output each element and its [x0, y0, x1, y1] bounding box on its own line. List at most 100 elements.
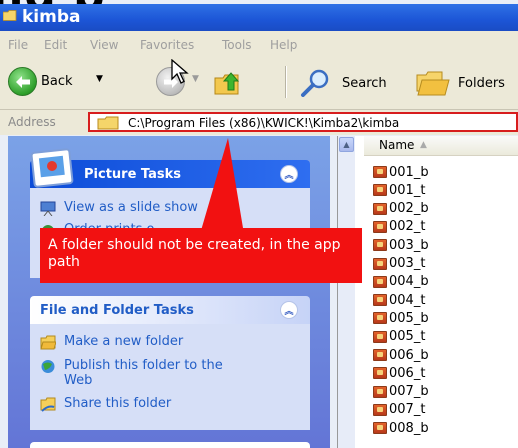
file-row[interactable]: 002_t — [373, 219, 425, 235]
file-name: 002_b — [389, 201, 429, 217]
new-folder-icon — [40, 335, 56, 350]
file-name: 005_t — [389, 329, 426, 345]
file-folder-tasks-body: Make a new folder Publish this folder to… — [30, 324, 310, 430]
menu-file[interactable]: File — [8, 38, 28, 52]
image-file-icon — [373, 202, 387, 215]
file-row[interactable]: 006_b — [373, 347, 429, 363]
publish-folder-link[interactable]: Publish this folder to the Web — [40, 358, 240, 388]
file-name: 001_t — [389, 182, 426, 198]
back-button[interactable]: Back — [8, 67, 73, 96]
file-name: 007_b — [389, 384, 429, 400]
slideshow-icon — [40, 201, 56, 216]
mouse-cursor-icon — [171, 59, 189, 84]
picture-tasks-title: Picture Tasks — [84, 167, 181, 182]
picture-tasks-icon — [30, 148, 74, 188]
file-folder-tasks-header[interactable]: File and Folder Tasks ︽ — [30, 296, 310, 324]
menu-view[interactable]: View — [90, 38, 118, 52]
back-dropdown-caret[interactable]: ▼ — [96, 74, 103, 84]
file-row[interactable]: 003_t — [373, 256, 425, 272]
next-panel-header — [30, 442, 310, 448]
view-slideshow-link[interactable]: View as a slide show — [40, 200, 198, 216]
address-label: Address — [8, 115, 56, 129]
image-file-icon — [373, 239, 387, 252]
file-name: 004_b — [389, 274, 429, 290]
menu-bar: File Edit View Favorites Tools Help — [0, 31, 518, 58]
file-name: 004_t — [389, 292, 426, 308]
forward-dropdown-caret[interactable]: ▼ — [192, 74, 199, 84]
collapse-chevron-icon[interactable]: ︽ — [280, 301, 298, 319]
file-name: 001_b — [389, 164, 429, 180]
folder-up-icon[interactable] — [214, 70, 242, 96]
file-row[interactable]: 007_b — [373, 384, 429, 400]
address-path: C:\Program Files (x86)\KWICK!\Kimba2\kim… — [128, 116, 400, 130]
menu-tools[interactable]: Tools — [222, 38, 252, 52]
menu-help[interactable]: Help — [270, 38, 297, 52]
window-title: kimba — [22, 7, 81, 27]
annotation-callout: A folder should not be created, in the a… — [40, 228, 362, 283]
folder-icon — [3, 10, 17, 21]
image-file-icon — [373, 312, 387, 325]
task-pane: Picture Tasks ︽ View as a slide show Ord… — [8, 136, 330, 448]
image-file-icon — [373, 385, 387, 398]
folders-button[interactable]: Folders — [458, 76, 505, 91]
file-list: ▲ Name ▲ 001_b 001_t 002_b 002_t 003_b 003_t 0… — [337, 136, 518, 448]
file-folder-tasks-title: File and Folder Tasks — [40, 303, 194, 318]
file-name: 002_t — [389, 219, 426, 235]
share-folder-link[interactable]: Share this folder — [40, 396, 171, 412]
menu-edit[interactable]: Edit — [44, 38, 67, 52]
file-name: 003_t — [389, 256, 426, 271]
make-new-folder-link[interactable]: Make a new folder — [40, 334, 183, 350]
file-name: 007_t — [389, 402, 426, 418]
address-input[interactable]: C:\Program Files (x86)\KWICK!\Kimba2\kim… — [88, 112, 518, 132]
back-label: Back — [41, 74, 73, 89]
image-file-icon — [373, 166, 387, 178]
search-icon — [301, 69, 329, 97]
file-name: 006_b — [389, 347, 429, 363]
image-file-icon — [373, 422, 387, 435]
file-row[interactable]: 002_b — [373, 201, 429, 217]
file-name: 003_b — [389, 237, 429, 253]
share-folder-label: Share this folder — [64, 396, 172, 411]
folders-icon — [416, 71, 450, 96]
address-bar: Address C:\Program Files (x86)\KWICK!\Ki… — [0, 110, 518, 135]
file-row[interactable]: 001_t — [373, 182, 425, 198]
file-row[interactable]: 005_t — [373, 329, 425, 345]
publish-web-icon — [41, 360, 55, 373]
image-file-icon — [373, 367, 387, 380]
file-row[interactable]: 008_b — [373, 420, 429, 436]
scrollbar[interactable]: ▲ — [338, 136, 355, 448]
file-row[interactable]: 006_t — [373, 365, 425, 381]
menu-favorites[interactable]: Favorites — [140, 38, 194, 52]
file-row[interactable]: 007_t — [373, 402, 425, 418]
callout-pointer — [200, 138, 244, 234]
toolbar: Back ▼ ▼ Search Folders — [0, 57, 518, 110]
name-column-header[interactable]: Name ▲ — [364, 136, 518, 156]
file-name: 006_t — [389, 365, 426, 381]
name-column-label: Name — [379, 138, 415, 152]
file-row[interactable]: 004_t — [373, 292, 425, 308]
file-name: 005_b — [389, 310, 429, 326]
image-file-icon — [373, 294, 387, 307]
scroll-up-button[interactable]: ▲ — [339, 137, 354, 152]
image-file-icon — [373, 330, 387, 343]
image-file-icon — [373, 349, 387, 361]
search-button[interactable]: Search — [342, 76, 387, 91]
title-bar: kimba — [0, 4, 518, 31]
sort-ascending-icon: ▲ — [420, 140, 427, 150]
share-folder-icon — [40, 397, 56, 412]
image-file-icon — [373, 403, 387, 416]
publish-folder-label: Publish this folder to the Web — [64, 358, 223, 388]
file-name: 008_b — [389, 420, 429, 436]
file-row[interactable]: 005_b — [373, 310, 429, 326]
annotation-text: A folder should not be created, in the a… — [48, 237, 341, 270]
file-row[interactable]: 004_b — [373, 274, 429, 290]
image-file-icon — [373, 220, 387, 233]
make-new-folder-label: Make a new folder — [64, 334, 184, 349]
image-file-icon — [373, 275, 387, 288]
image-file-icon — [373, 257, 387, 270]
collapse-chevron-icon[interactable]: ︽ — [280, 165, 298, 183]
back-arrow-icon — [8, 67, 37, 96]
address-folder-icon — [97, 116, 119, 130]
file-row[interactable]: 003_b — [373, 237, 429, 253]
file-row[interactable]: 001_b — [373, 164, 429, 180]
